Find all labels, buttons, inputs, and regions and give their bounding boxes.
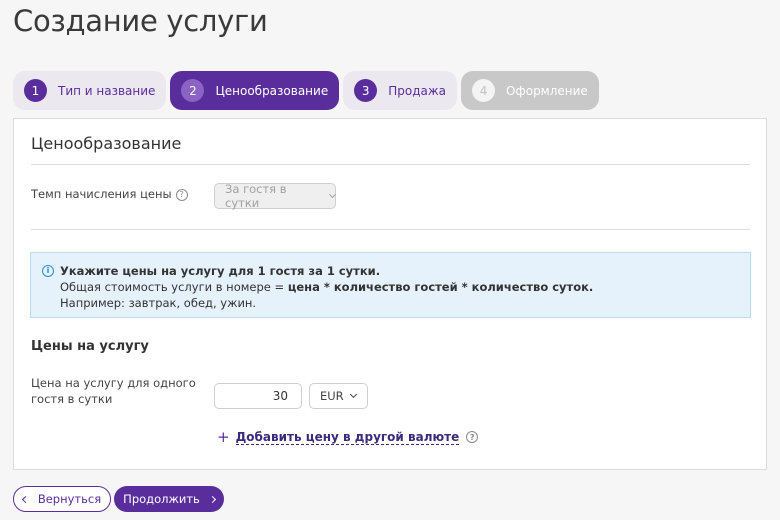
price-input[interactable]: 30 xyxy=(214,383,302,409)
step-label: Продажа xyxy=(388,83,447,98)
rate-label-text: Темп начисления цены xyxy=(31,187,172,201)
add-currency-label: Добавить цену в другой валюте xyxy=(235,429,460,445)
step-type-and-name[interactable]: 1 Тип и название xyxy=(13,71,167,110)
prices-title: Цены на услугу xyxy=(31,339,149,354)
plus-icon: + xyxy=(217,428,230,446)
step-label: Тип и название xyxy=(58,83,156,98)
divider xyxy=(31,229,750,230)
price-label-line: Цена на услугу для одного xyxy=(31,376,196,390)
step-number: 2 xyxy=(181,79,205,102)
info-icon: i xyxy=(42,265,54,277)
continue-label: Продолжить xyxy=(123,492,200,506)
back-label: Вернуться xyxy=(37,492,102,506)
price-label-line: гостя в сутки xyxy=(31,392,113,406)
rate-select-value: За гостя в сутки xyxy=(225,182,287,210)
page-title: Создание услуги xyxy=(13,4,268,38)
step-label: Оформление xyxy=(506,83,588,98)
step-label: Ценообразование xyxy=(215,83,329,98)
pricing-card: Ценообразование Темп начисления цены? За… xyxy=(13,118,767,470)
step-number: 4 xyxy=(472,79,496,102)
divider xyxy=(31,164,750,165)
info-formula-prefix: Общая стоимость услуги в номере = xyxy=(60,280,288,294)
info-example: Например: завтрак, обед, ужин. xyxy=(60,296,257,310)
step-design: 4 Оформление xyxy=(461,71,599,110)
back-button[interactable]: Вернуться xyxy=(13,486,111,512)
step-number: 3 xyxy=(354,79,378,102)
currency-select[interactable]: EUR xyxy=(309,383,368,409)
rate-select: За гостя в сутки xyxy=(214,182,337,210)
chevron-down-icon xyxy=(349,390,357,399)
chevron-right-icon xyxy=(208,495,216,503)
help-icon[interactable]: ? xyxy=(466,431,479,443)
chevron-down-icon xyxy=(329,190,337,199)
step-pricing[interactable]: 2 Ценообразование xyxy=(170,71,340,110)
wizard-steps: 1 Тип и название 2 Ценообразование 3 Про… xyxy=(13,71,599,110)
info-formula: цена * количество гостей * количество су… xyxy=(287,280,594,294)
add-currency-link[interactable]: + Добавить цену в другой валюте ? xyxy=(217,428,479,446)
rate-label: Темп начисления цены? xyxy=(31,186,188,202)
step-number: 1 xyxy=(24,79,47,102)
continue-button[interactable]: Продолжить xyxy=(114,486,224,512)
section-title: Ценообразование xyxy=(31,134,182,153)
info-alert: i Укажите цены на услугу для 1 гостя за … xyxy=(30,252,751,318)
step-sales[interactable]: 3 Продажа xyxy=(343,71,458,110)
help-icon[interactable]: ? xyxy=(175,188,188,201)
info-formula-line: Общая стоимость услуги в номере = цена *… xyxy=(60,279,740,295)
info-heading: Укажите цены на услугу для 1 гостя за 1 … xyxy=(60,264,381,278)
chevron-left-icon xyxy=(21,495,29,503)
currency-value: EUR xyxy=(320,389,344,403)
price-label: Цена на услугу для одного гостя в сутки xyxy=(31,375,196,407)
